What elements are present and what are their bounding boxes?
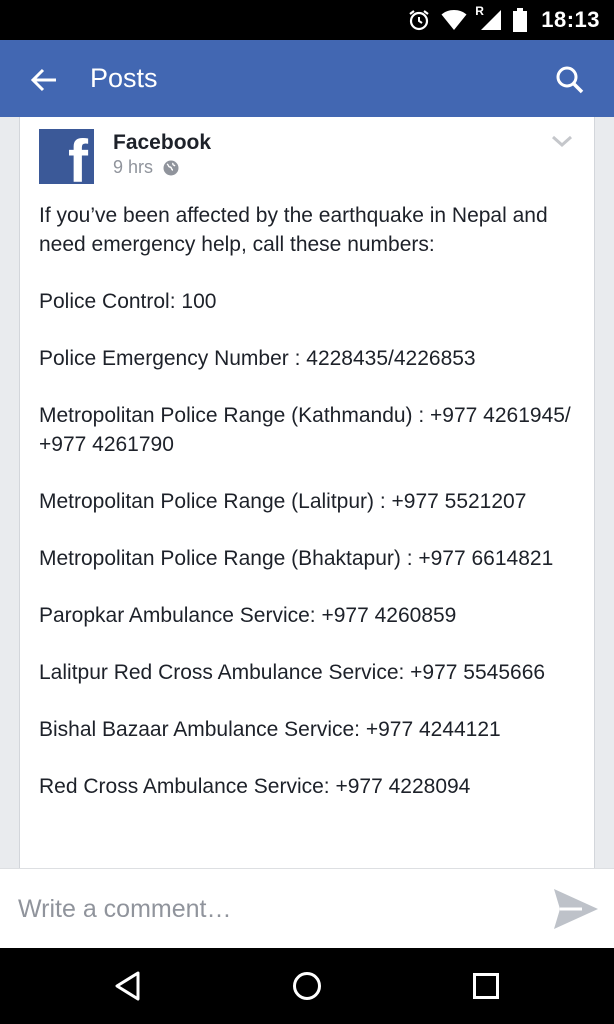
- page-title: Posts: [90, 63, 158, 93]
- feed[interactable]: f Facebook 9 hrs If you’ve been affected…: [0, 117, 614, 868]
- post-paragraph: Red Cross Ambulance Service: +977 422809…: [39, 775, 471, 798]
- nav-back-icon: [115, 971, 140, 1001]
- nav-home-icon: [293, 972, 321, 1000]
- alarm-icon: [407, 8, 431, 32]
- post-paragraph: Police Emergency Number : 4228435/422685…: [39, 347, 476, 370]
- system-nav-bar: [0, 948, 614, 1024]
- page-avatar[interactable]: f: [39, 129, 94, 184]
- search-button[interactable]: [550, 60, 590, 100]
- roaming-letter: R: [475, 4, 484, 18]
- back-arrow-icon: [30, 68, 56, 92]
- post-paragraph: Metropolitan Police Range (Kathmandu) : …: [39, 404, 571, 456]
- post-paragraph: Police Control: 100: [39, 290, 217, 313]
- post-author[interactable]: Facebook: [113, 131, 211, 155]
- post-paragraph: Bishal Bazaar Ambulance Service: +977 42…: [39, 718, 501, 741]
- status-time: 18:13: [541, 7, 600, 32]
- post-paragraph: Metropolitan Police Range (Bhaktapur) : …: [39, 547, 554, 570]
- nav-recents-icon: [473, 973, 499, 999]
- post-paragraph: Lalitpur Red Cross Ambulance Service: +9…: [39, 661, 546, 684]
- post-meta: 9 hrs: [113, 157, 179, 178]
- post-paragraph: Paropkar Ambulance Service: +977 4260859: [39, 604, 457, 627]
- comment-input[interactable]: [18, 889, 518, 929]
- back-button[interactable]: [24, 60, 64, 100]
- battery-icon: [513, 8, 528, 32]
- comment-bar: [0, 868, 614, 948]
- chevron-down-icon[interactable]: [550, 131, 574, 151]
- nav-home-button[interactable]: [287, 966, 327, 1006]
- send-icon[interactable]: [552, 886, 600, 932]
- nav-back-button[interactable]: [108, 966, 148, 1006]
- globe-icon: [163, 160, 179, 175]
- status-bar: R 18:13: [0, 0, 614, 40]
- status-icons: R 18:13: [407, 0, 600, 40]
- facebook-logo-letter: f: [68, 129, 88, 185]
- post-body: If you’ve been affected by the earthquak…: [39, 201, 584, 829]
- post-time[interactable]: 9 hrs: [113, 157, 153, 178]
- nav-recents-button[interactable]: [466, 966, 506, 1006]
- post-card: f Facebook 9 hrs If you’ve been affected…: [19, 117, 595, 868]
- search-icon: [556, 66, 584, 94]
- wifi-icon: [441, 9, 467, 31]
- signal-roaming-icon: R: [475, 4, 503, 32]
- post-paragraph: If you’ve been affected by the earthquak…: [39, 204, 548, 256]
- app-bar: Posts: [0, 40, 614, 117]
- post-paragraph: Metropolitan Police Range (Lalitpur) : +…: [39, 490, 527, 513]
